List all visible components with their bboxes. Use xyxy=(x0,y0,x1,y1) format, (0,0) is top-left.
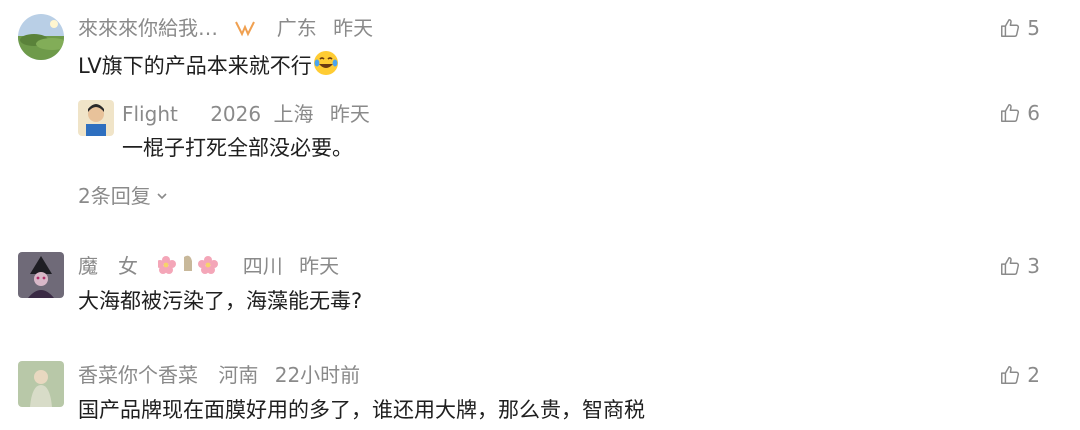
timestamp: 昨天 xyxy=(299,254,340,278)
like-count: 5 xyxy=(1027,16,1040,40)
username[interactable]: 來來來你給我… xyxy=(78,16,218,40)
comment-text-content: LV旗下的产品本来就不行 xyxy=(78,54,312,78)
reply-badge: 2026 xyxy=(210,102,262,126)
like-count: 3 xyxy=(1027,254,1040,278)
region: 广东 xyxy=(276,16,317,40)
reply-avatar[interactable] xyxy=(78,100,114,136)
timestamp: 昨天 xyxy=(333,16,374,40)
expand-replies-button[interactable]: 2条回复 xyxy=(78,182,170,210)
reply-meta: Flight 2026 上海 昨天 xyxy=(122,100,380,128)
reply-timestamp: 昨天 xyxy=(329,102,370,126)
avatar[interactable] xyxy=(18,252,64,298)
timestamp: 22小时前 xyxy=(274,363,361,387)
reply-like-button[interactable]: 6 xyxy=(999,99,1040,127)
comment-meta: 香菜你个香菜 河南 22小时前 xyxy=(78,361,370,389)
like-button[interactable]: 5 xyxy=(999,14,1040,42)
like-button[interactable]: 2 xyxy=(999,361,1040,389)
like-button[interactable]: 3 xyxy=(999,252,1040,280)
comment-text: 国产品牌现在面膜好用的多了，谁还用大牌，那么贵，智商税 xyxy=(78,398,645,422)
reply-username[interactable]: Flight xyxy=(122,102,178,126)
laugh-cry-emoji xyxy=(312,49,340,85)
reply-count-label: 2条回复 xyxy=(78,184,151,208)
chevron-down-icon xyxy=(157,193,167,200)
comment-text: 大海都被污染了，海藻能无毒? xyxy=(78,289,363,313)
thumbs-up-icon xyxy=(1001,257,1020,275)
like-count: 2 xyxy=(1027,363,1040,387)
reply-region: 上海 xyxy=(273,102,314,126)
thumbs-up-icon xyxy=(1001,366,1020,384)
username[interactable]: 魔 女 xyxy=(78,254,138,278)
flower-emoji-badge xyxy=(156,253,222,282)
region: 四川 xyxy=(242,254,283,278)
reply-text: 一棍子打死全部没必要。 xyxy=(122,136,353,160)
username[interactable]: 香菜你个香菜 xyxy=(78,363,198,387)
region: 河南 xyxy=(218,363,259,387)
avatar[interactable] xyxy=(18,14,64,60)
tag-icon xyxy=(234,16,256,44)
thumbs-up-icon xyxy=(1001,19,1020,37)
comment-meta: 魔 女 四川 昨天 xyxy=(78,252,349,282)
reply-like-count: 6 xyxy=(1027,101,1040,125)
thumbs-up-icon xyxy=(1001,104,1020,122)
avatar[interactable] xyxy=(18,361,64,407)
comment-text: LV旗下的产品本来就不行 xyxy=(78,49,340,85)
comment-meta: 來來來你給我… 广东 昨天 xyxy=(78,14,383,44)
